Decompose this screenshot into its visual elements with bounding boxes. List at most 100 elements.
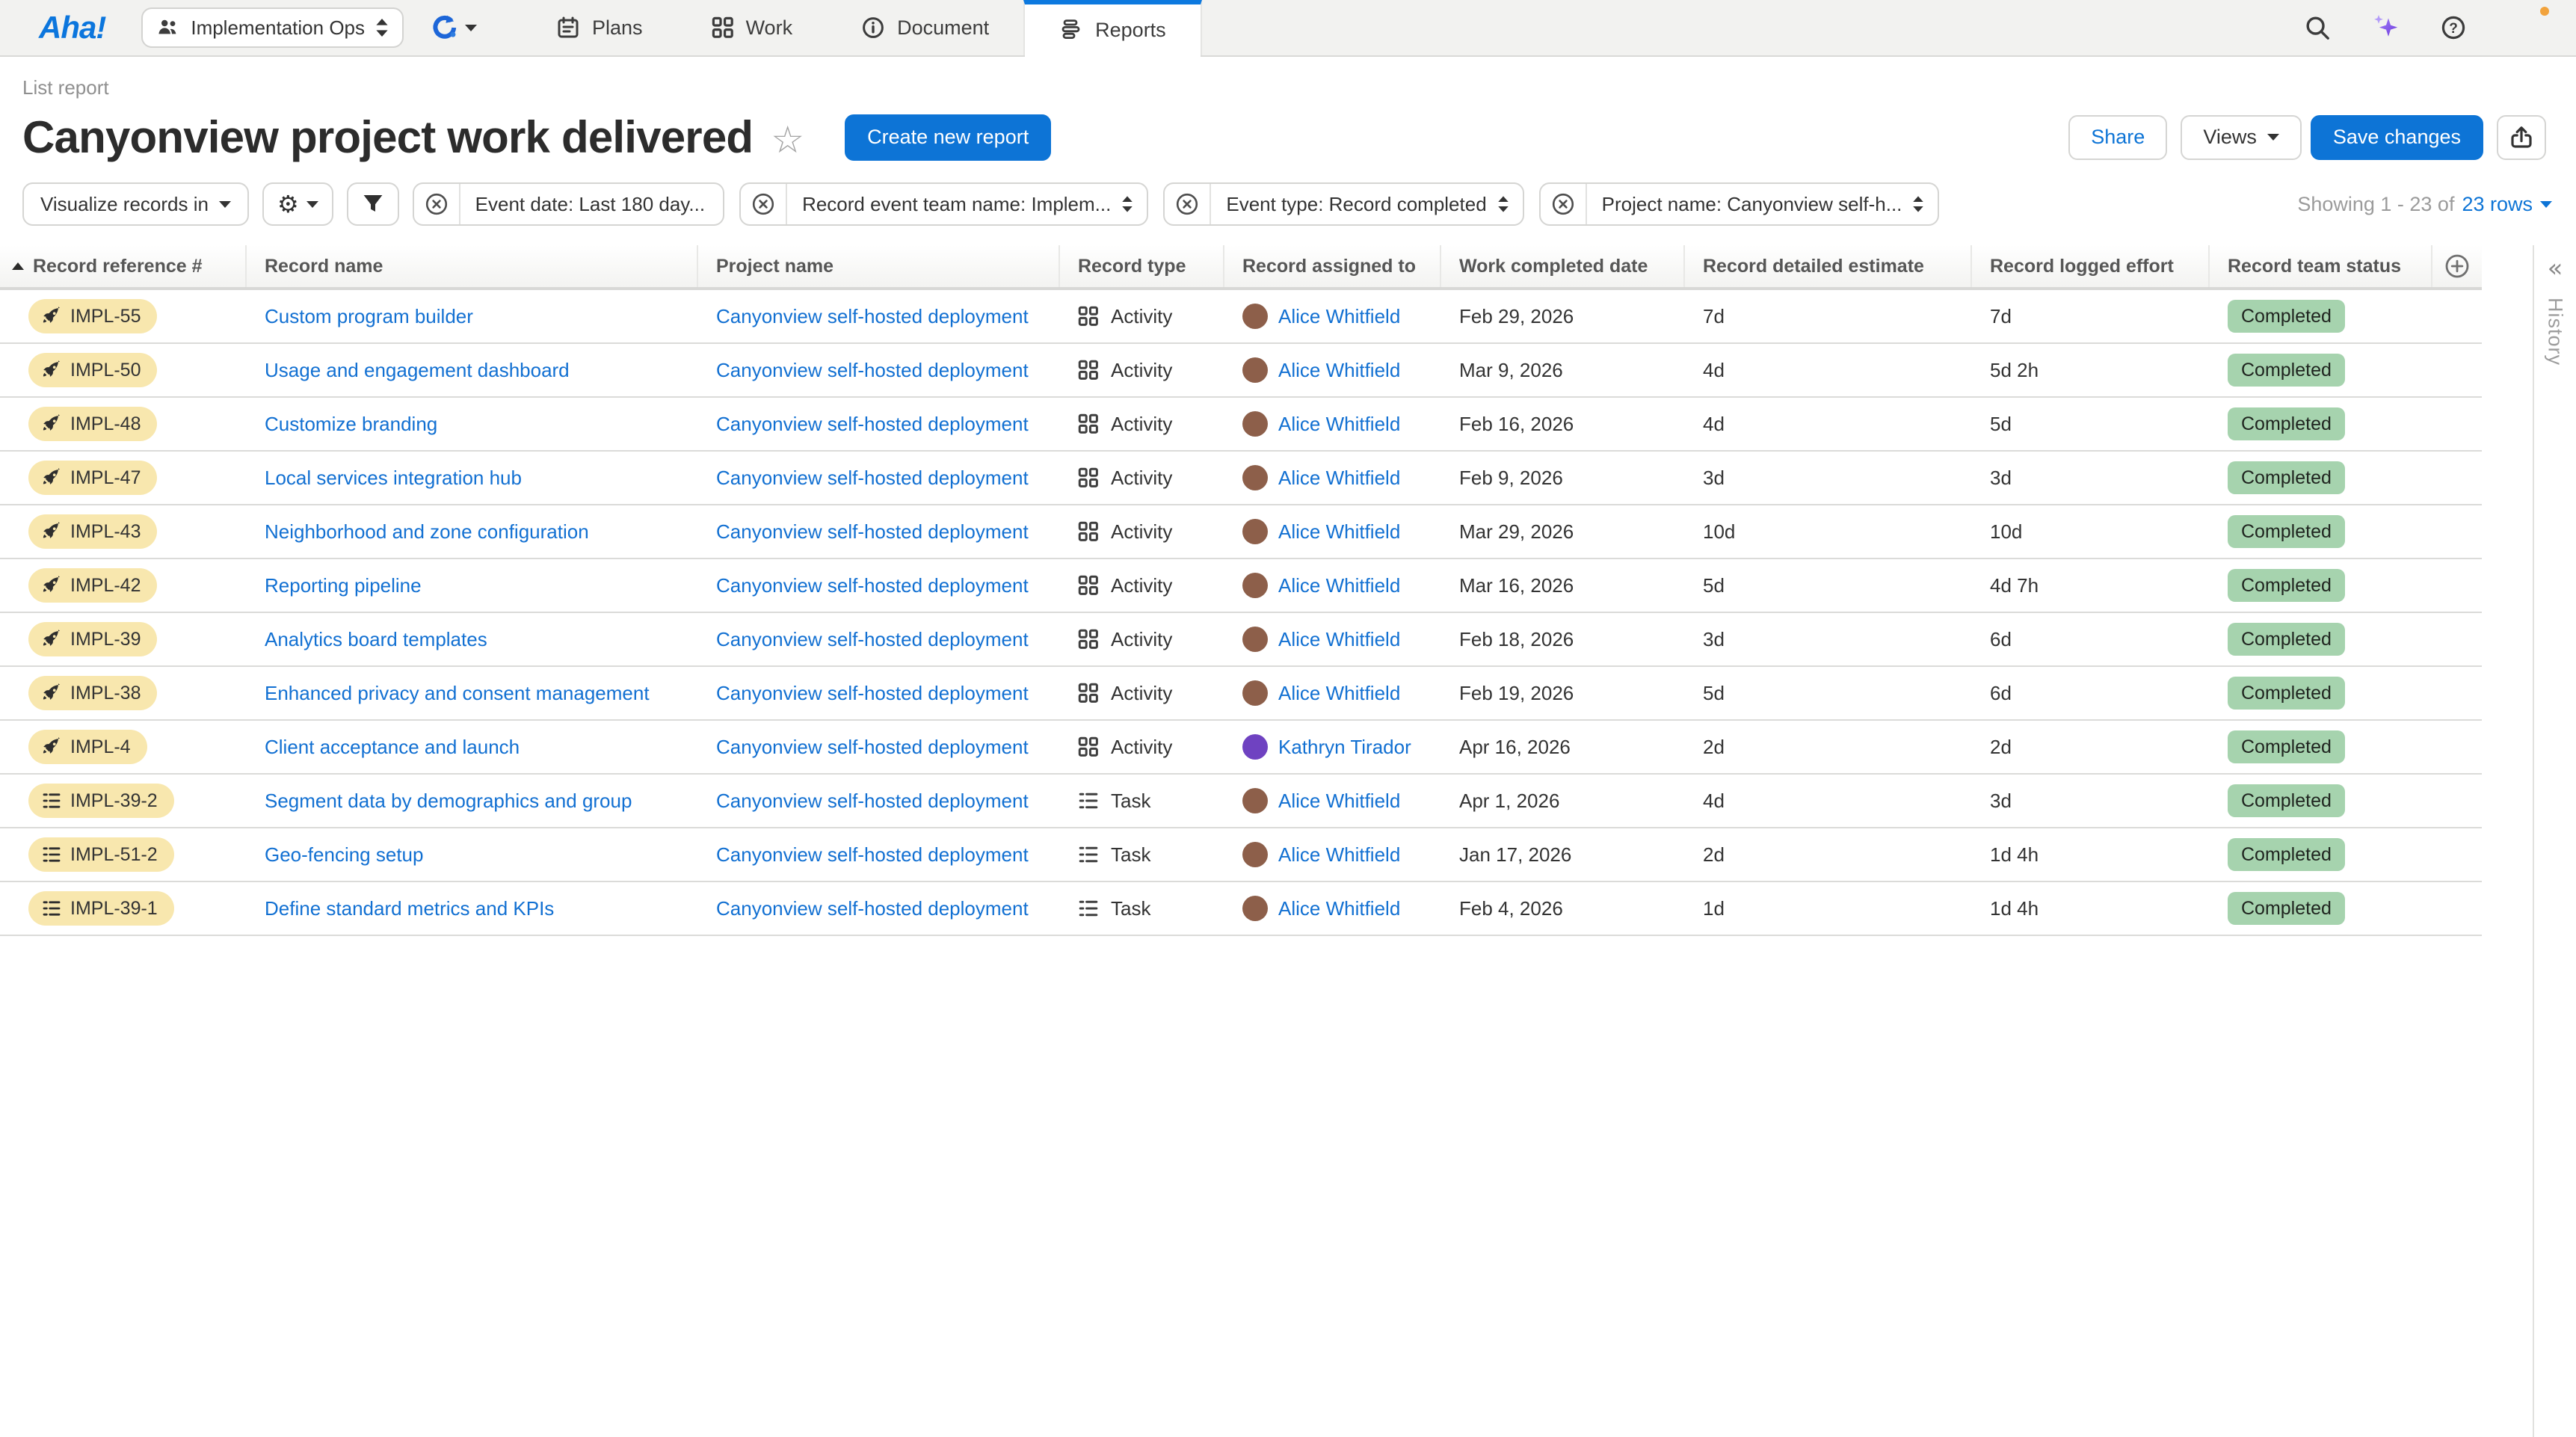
tab-work[interactable]: Work [677, 0, 828, 55]
tab-document[interactable]: Document [827, 0, 1023, 55]
table-row[interactable]: IMPL-39 Analytics board templates Canyon… [0, 613, 2482, 667]
help-icon[interactable]: ? [2440, 14, 2467, 41]
project-name-link[interactable]: Canyonview self-hosted deployment [716, 843, 1029, 867]
table-row[interactable]: IMPL-47 Local services integration hub C… [0, 452, 2482, 505]
table-row[interactable]: IMPL-55 Custom program builder Canyonvie… [0, 290, 2482, 344]
record-reference-badge[interactable]: IMPL-47 [28, 461, 157, 495]
add-column-button[interactable] [2432, 245, 2482, 287]
record-reference-badge[interactable]: IMPL-39 [28, 622, 157, 656]
assignee-link[interactable]: Alice Whitfield [1278, 359, 1400, 382]
column-header-record-team-status[interactable]: Record team status [2210, 245, 2432, 287]
table-row[interactable]: IMPL-42 Reporting pipeline Canyonview se… [0, 559, 2482, 613]
column-header-work-completed-date[interactable]: Work completed date [1441, 245, 1685, 287]
assignee-link[interactable]: Alice Whitfield [1278, 790, 1400, 813]
tab-reports[interactable]: Reports [1023, 0, 1202, 55]
project-name-link[interactable]: Canyonview self-hosted deployment [716, 682, 1029, 705]
export-button[interactable] [2497, 115, 2546, 160]
record-name-link[interactable]: Custom program builder [265, 305, 473, 328]
project-name-link[interactable]: Canyonview self-hosted deployment [716, 897, 1029, 920]
filter-chip[interactable]: Record event team name: Implem... [739, 182, 1148, 226]
column-header-record-type[interactable]: Record type [1060, 245, 1224, 287]
assignee-link[interactable]: Alice Whitfield [1278, 520, 1400, 544]
project-name-link[interactable]: Canyonview self-hosted deployment [716, 574, 1029, 597]
workspace-switcher[interactable]: Implementation Ops [141, 7, 404, 48]
record-reference-badge[interactable]: IMPL-42 [28, 568, 157, 603]
record-name-link[interactable]: Define standard metrics and KPIs [265, 897, 554, 920]
remove-filter-icon[interactable] [1541, 184, 1586, 224]
views-dropdown-button[interactable]: Views [2181, 115, 2302, 160]
record-name-link[interactable]: Enhanced privacy and consent management [265, 682, 650, 705]
record-reference-badge[interactable]: IMPL-55 [28, 299, 157, 333]
user-avatar[interactable] [2507, 8, 2546, 47]
create-new-report-button[interactable]: Create new report [845, 114, 1051, 161]
project-name-link[interactable]: Canyonview self-hosted deployment [716, 359, 1029, 382]
record-name-link[interactable]: Segment data by demographics and group [265, 790, 632, 813]
rows-count-link[interactable]: 23 rows [2462, 193, 2552, 216]
save-changes-button[interactable]: Save changes [2311, 115, 2483, 160]
assignee-link[interactable]: Alice Whitfield [1278, 574, 1400, 597]
assignee-link[interactable]: Alice Whitfield [1278, 413, 1400, 436]
record-name-link[interactable]: Local services integration hub [265, 467, 522, 490]
column-header-record-reference[interactable]: Record reference # [0, 245, 247, 287]
table-row[interactable]: IMPL-43 Neighborhood and zone configurat… [0, 505, 2482, 559]
project-name-link[interactable]: Canyonview self-hosted deployment [716, 736, 1029, 759]
record-reference-badge[interactable]: IMPL-43 [28, 514, 157, 549]
table-row[interactable]: IMPL-50 Usage and engagement dashboard C… [0, 344, 2482, 398]
record-reference-badge[interactable]: IMPL-39-2 [28, 784, 174, 818]
record-name-link[interactable]: Client acceptance and launch [265, 736, 520, 759]
assignee-link[interactable]: Alice Whitfield [1278, 843, 1400, 867]
assignee-link[interactable]: Alice Whitfield [1278, 682, 1400, 705]
filter-chip[interactable]: Project name: Canyonview self-h... [1539, 182, 1940, 226]
remove-filter-icon[interactable] [1165, 184, 1210, 224]
record-reference-badge[interactable]: IMPL-39-1 [28, 891, 174, 926]
remove-filter-icon[interactable] [741, 184, 786, 224]
customize-columns-button[interactable]: ⚙ [262, 182, 333, 226]
record-name-link[interactable]: Usage and engagement dashboard [265, 359, 570, 382]
assignee-link[interactable]: Alice Whitfield [1278, 305, 1400, 328]
filter-chip[interactable]: Event type: Record completed [1163, 182, 1523, 226]
record-name-link[interactable]: Customize branding [265, 413, 437, 436]
project-name-link[interactable]: Canyonview self-hosted deployment [716, 413, 1029, 436]
record-reference-badge[interactable]: IMPL-51-2 [28, 837, 174, 872]
table-row[interactable]: IMPL-39-2 Segment data by demographics a… [0, 775, 2482, 828]
record-reference-badge[interactable]: IMPL-38 [28, 676, 157, 710]
record-reference-badge[interactable]: IMPL-4 [28, 730, 147, 764]
product-switcher[interactable] [429, 14, 477, 41]
table-row[interactable]: IMPL-38 Enhanced privacy and consent man… [0, 667, 2482, 721]
record-name-link[interactable]: Reporting pipeline [265, 574, 422, 597]
favorite-star-icon[interactable]: ☆ [771, 118, 804, 161]
visualize-records-button[interactable]: Visualize records in [22, 182, 249, 226]
tab-plans[interactable]: Plans [522, 0, 677, 55]
assignee-link[interactable]: Alice Whitfield [1278, 628, 1400, 651]
record-reference-badge[interactable]: IMPL-50 [28, 353, 157, 387]
expand-panel-icon[interactable]: « [2548, 256, 2563, 281]
ai-sparkle-icon[interactable] [2371, 13, 2400, 42]
project-name-link[interactable]: Canyonview self-hosted deployment [716, 790, 1029, 813]
assignee-link[interactable]: Kathryn Tirador [1278, 736, 1411, 759]
assignee-link[interactable]: Alice Whitfield [1278, 897, 1400, 920]
filter-chip[interactable]: Event date: Last 180 day... [413, 182, 724, 226]
remove-filter-icon[interactable] [414, 184, 459, 224]
column-header-record-name[interactable]: Record name [247, 245, 698, 287]
record-reference-badge[interactable]: IMPL-48 [28, 407, 157, 441]
record-name-link[interactable]: Analytics board templates [265, 628, 487, 651]
table-row[interactable]: IMPL-4 Client acceptance and launch Cany… [0, 721, 2482, 775]
share-button[interactable]: Share [2068, 115, 2167, 160]
table-row[interactable]: IMPL-48 Customize branding Canyonview se… [0, 398, 2482, 452]
table-row[interactable]: IMPL-39-1 Define standard metrics and KP… [0, 882, 2482, 936]
project-name-link[interactable]: Canyonview self-hosted deployment [716, 628, 1029, 651]
column-header-record-assigned-to[interactable]: Record assigned to [1224, 245, 1441, 287]
column-header-project-name[interactable]: Project name [698, 245, 1060, 287]
search-icon[interactable] [2304, 14, 2331, 41]
aha-logo[interactable]: Aha! [39, 10, 105, 46]
record-name-link[interactable]: Neighborhood and zone configuration [265, 520, 589, 544]
history-panel-label[interactable]: History [2544, 298, 2567, 366]
project-name-link[interactable]: Canyonview self-hosted deployment [716, 467, 1029, 490]
column-header-record-logged-effort[interactable]: Record logged effort [1972, 245, 2210, 287]
column-header-record-detailed-estimate[interactable]: Record detailed estimate [1685, 245, 1972, 287]
record-name-link[interactable]: Geo-fencing setup [265, 843, 423, 867]
assignee-link[interactable]: Alice Whitfield [1278, 467, 1400, 490]
add-filter-button[interactable] [347, 182, 399, 226]
project-name-link[interactable]: Canyonview self-hosted deployment [716, 305, 1029, 328]
project-name-link[interactable]: Canyonview self-hosted deployment [716, 520, 1029, 544]
